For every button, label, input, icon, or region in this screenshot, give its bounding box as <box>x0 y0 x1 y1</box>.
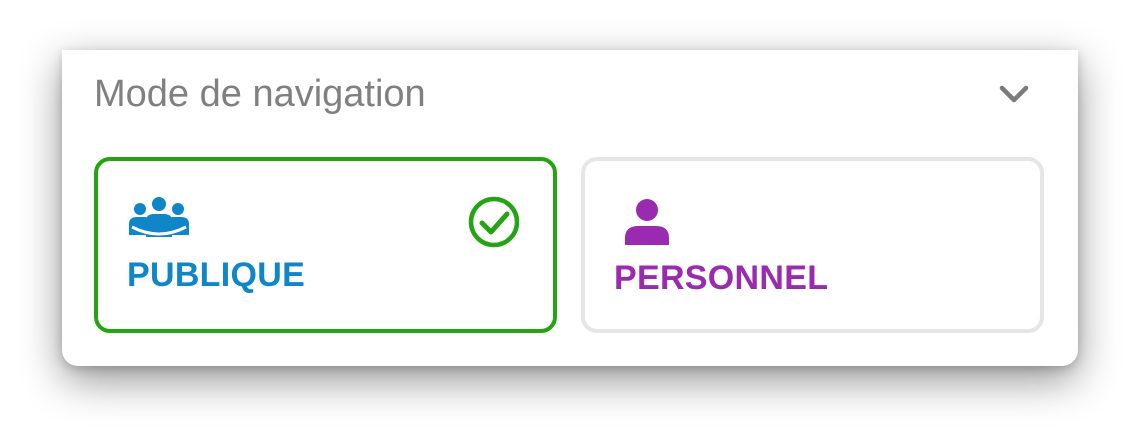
option-label-publique: PUBLIQUE <box>127 256 306 294</box>
panel-title: Mode de navigation <box>94 73 426 115</box>
chevron-down-icon[interactable] <box>996 76 1032 112</box>
option-card-publique[interactable]: PUBLIQUE <box>94 157 557 333</box>
panel-header[interactable]: Mode de navigation <box>94 70 1046 120</box>
group-icon <box>129 197 189 237</box>
person-icon <box>625 199 669 245</box>
stage: Mode de navigation PUBLIQUE PERSONNEL <box>0 0 1140 440</box>
check-circle-icon <box>468 196 520 248</box>
navigation-mode-panel: Mode de navigation PUBLIQUE PERSONNEL <box>62 50 1078 366</box>
option-label-personnel: PERSONNEL <box>614 259 829 297</box>
option-card-personnel[interactable]: PERSONNEL <box>581 157 1044 333</box>
